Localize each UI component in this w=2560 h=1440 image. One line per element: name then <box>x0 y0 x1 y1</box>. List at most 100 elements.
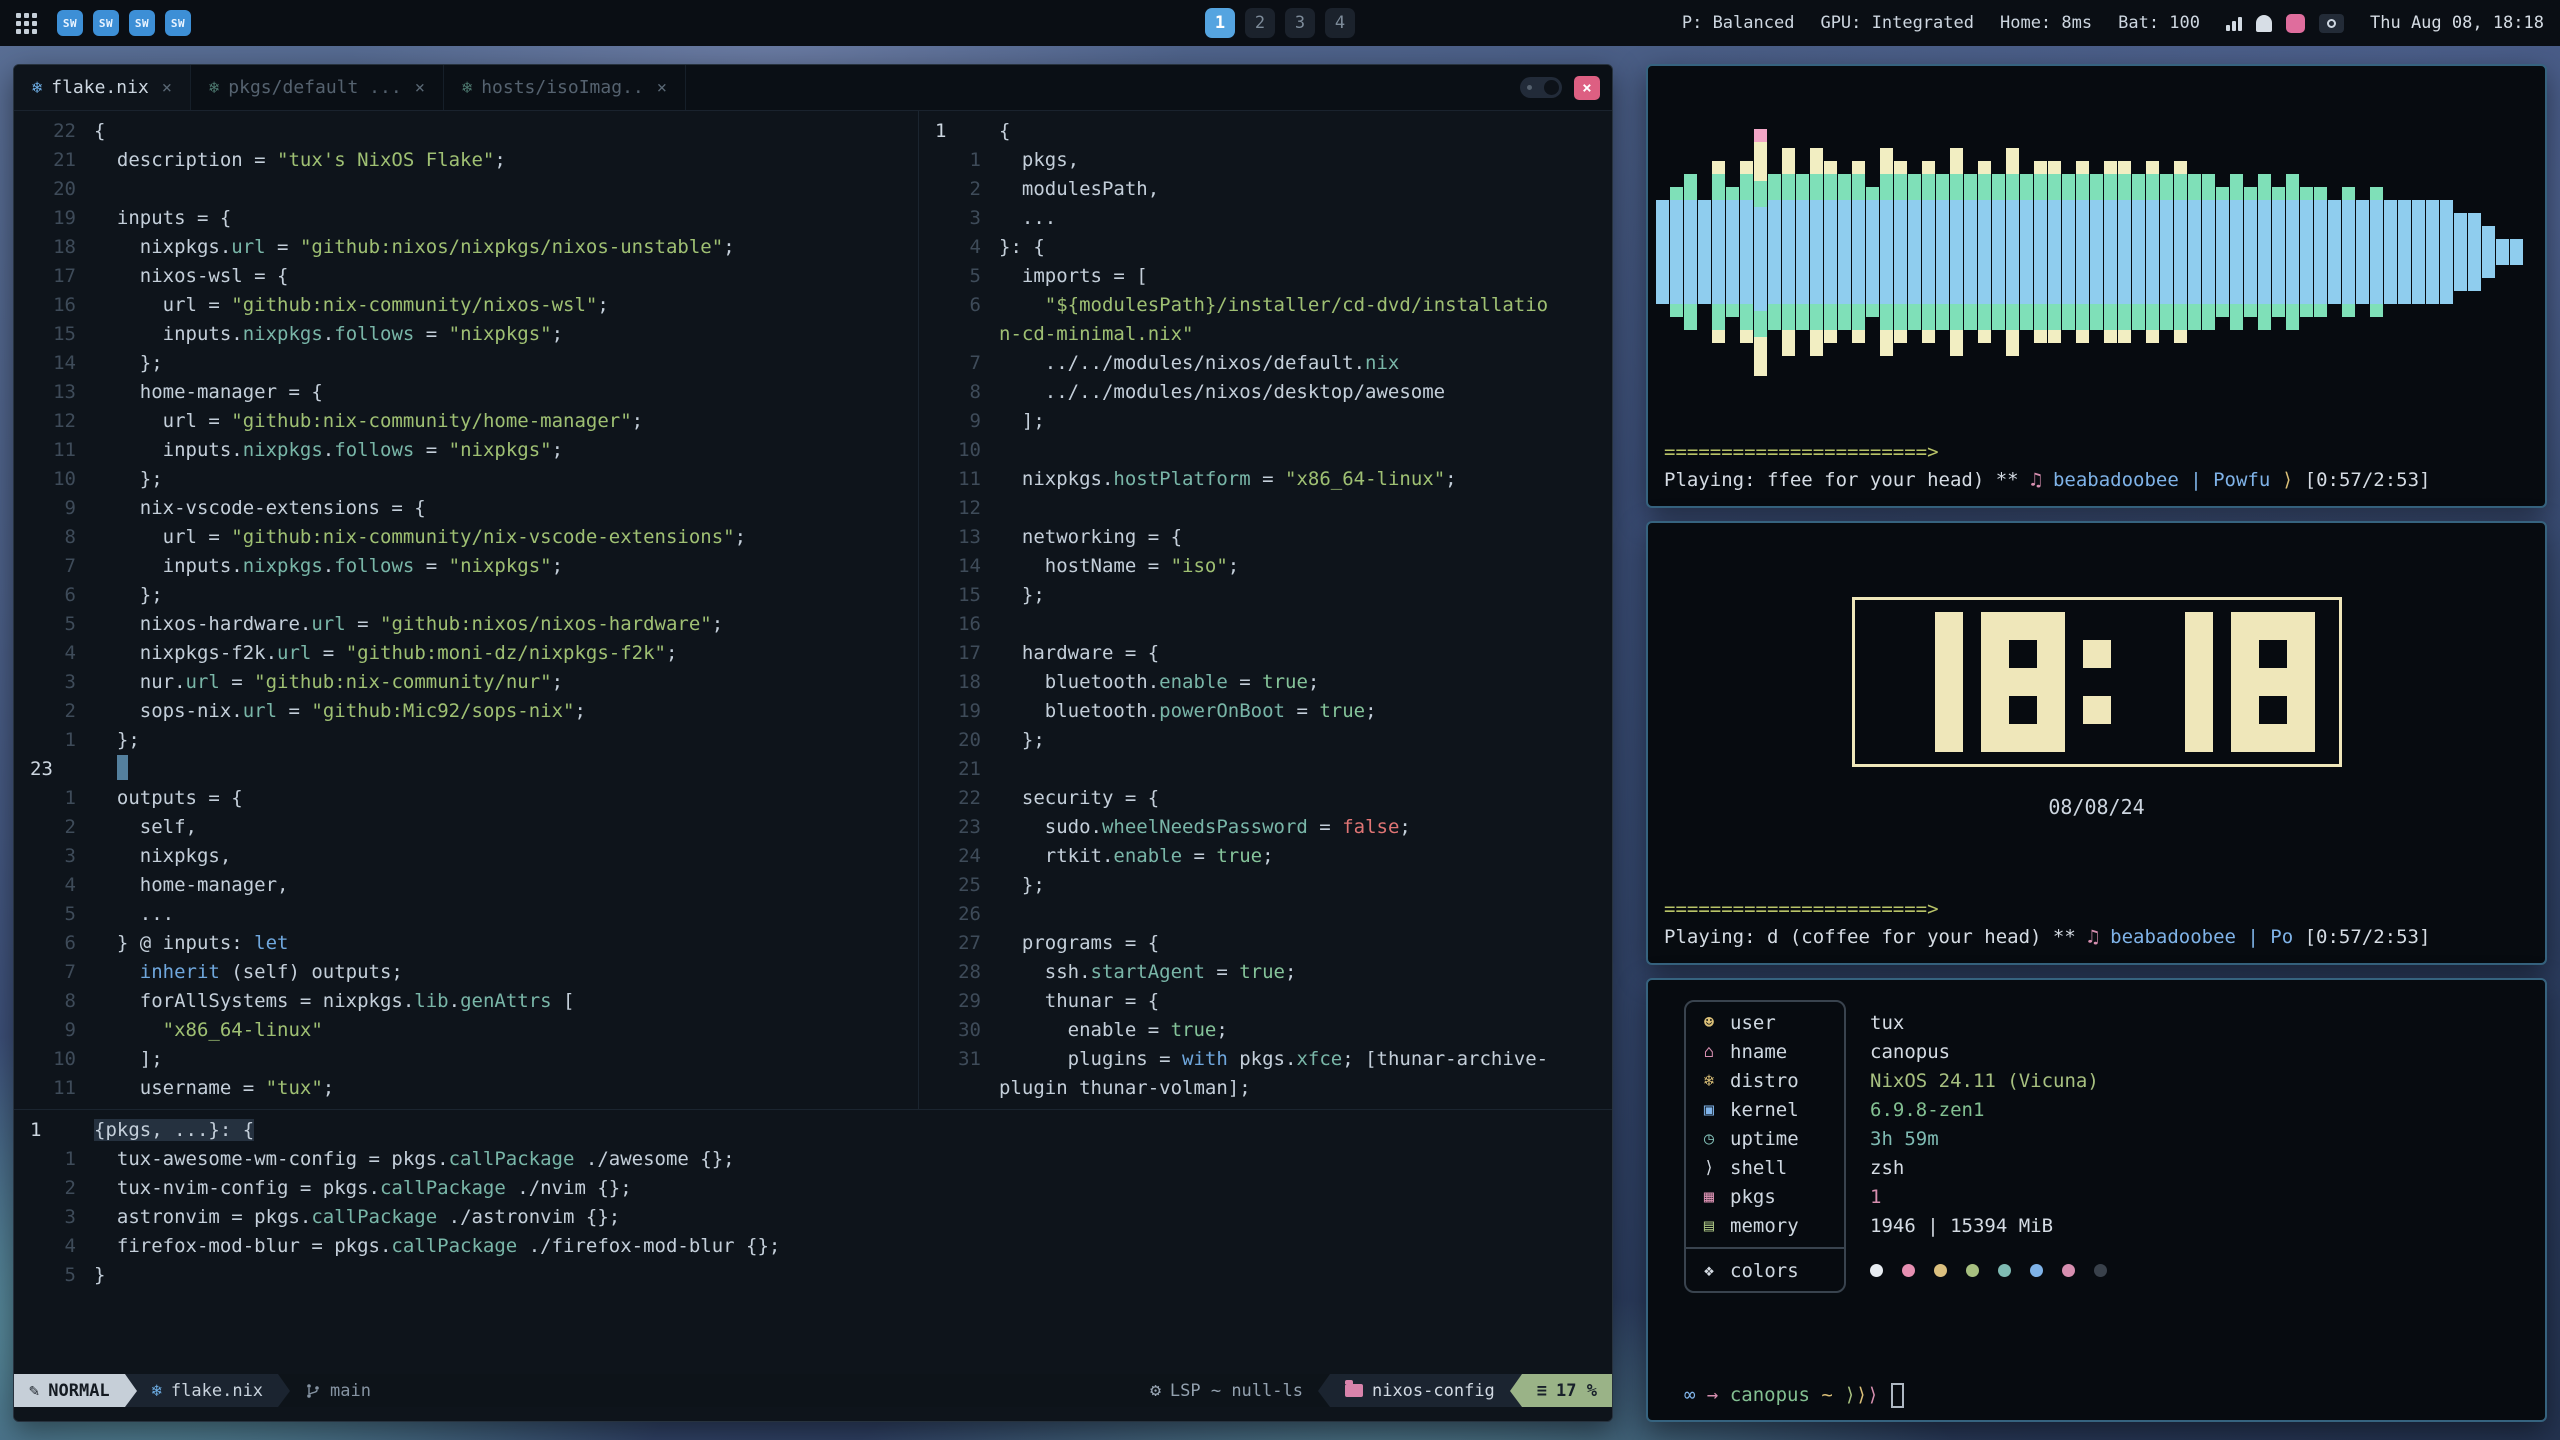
editor-pane-isoimage[interactable]: 1{1 pkgs,2 modulesPath,3 ...4}: {5 impor… <box>919 111 1612 1109</box>
mode-segment: ✎NORMAL <box>14 1374 125 1407</box>
visualizer-bar <box>2216 66 2229 438</box>
editor-line: plugin thunar-volman]; <box>929 1074 1612 1103</box>
digital-clock <box>1852 597 2342 767</box>
fetch-value: canopus <box>1870 1038 1950 1066</box>
visualizer-bar <box>2104 66 2117 438</box>
line-text: { <box>94 117 105 146</box>
fetch-divider <box>1686 1247 1844 1249</box>
visualizer-bar <box>2258 66 2271 438</box>
line-number: 8 <box>24 523 76 552</box>
folder-icon <box>1345 1384 1363 1397</box>
tab-close-icon[interactable]: × <box>162 78 172 98</box>
top-bar: SWSWSWSW 1234 P: BalancedGPU: Integrated… <box>0 0 2560 46</box>
shell-icon: ⟩ <box>1698 1154 1720 1182</box>
nix-file-icon: ❄ <box>152 1381 162 1401</box>
tag-icon[interactable]: SW <box>165 10 191 36</box>
tray-icons <box>2226 14 2344 33</box>
line-number: 23 <box>929 813 981 842</box>
workspace-button[interactable]: 1 <box>1205 8 1235 38</box>
line-text: sudo.wheelNeedsPassword = false; <box>999 813 1411 842</box>
hostname-icon: ⌂ <box>1698 1038 1720 1066</box>
line-text: security = { <box>999 784 1159 813</box>
tab-close-icon[interactable]: × <box>657 78 667 98</box>
line-number: 4 <box>24 639 76 668</box>
fetch-values: tuxcanopusNixOS 24.11 (Vicuna)6.9.8-zen1… <box>1870 1000 2116 1293</box>
editor-line: 29 thunar = { <box>929 987 1612 1016</box>
network-icon[interactable] <box>2226 15 2242 31</box>
workspace-button[interactable]: 3 <box>1285 8 1315 38</box>
editor-pane-flake[interactable]: 22{21 description = "tux's NixOS Flake";… <box>14 111 919 1109</box>
fetch-table: ☻user⌂hname❄distro▣kernel◷uptime⟩shell▦p… <box>1684 1000 2545 1293</box>
workspace-button[interactable]: 2 <box>1245 8 1275 38</box>
line-number <box>929 320 981 349</box>
visualizer-bar <box>1712 66 1725 438</box>
visualizer-bar <box>2300 66 2313 438</box>
tag-icon[interactable]: SW <box>129 10 155 36</box>
editor-line: 4 nixpkgs-f2k.url = "github:moni-dz/nixp… <box>24 639 918 668</box>
nix-file-icon: ❄ <box>32 78 42 98</box>
line-text: inputs.nixpkgs.follows = "nixpkgs"; <box>94 552 563 581</box>
line-text: forAllSystems = nixpkgs.lib.genAttrs [ <box>94 987 574 1016</box>
shell-prompt[interactable]: ∞ → canopus ~ ⟩⟩⟩ <box>1684 1381 2545 1409</box>
visualizer-bar <box>1908 66 1921 438</box>
project-segment: nixos-config <box>1330 1374 1510 1407</box>
camera-icon[interactable] <box>2319 14 2344 33</box>
visualizer-bar <box>1824 66 1837 438</box>
text-segment: Playing: <box>1664 469 1767 491</box>
window-close-button[interactable]: × <box>1574 76 1600 100</box>
app-launcher-icon[interactable] <box>16 13 37 34</box>
nix-file-icon: ❄ <box>462 78 472 98</box>
color-dot <box>1998 1264 2011 1277</box>
line-text: programs = { <box>999 929 1159 958</box>
editor-line: 24 rtkit.enable = true; <box>929 842 1612 871</box>
tab-close-icon[interactable]: × <box>415 78 425 98</box>
editor-line: 3 nur.url = "github:nix-community/nur"; <box>24 668 918 697</box>
editor-line: 20 }; <box>929 726 1612 755</box>
editor-pane-pkgs[interactable]: 1{pkgs, ...}: {1 tux-awesome-wm-config =… <box>14 1109 1612 1374</box>
record-icon[interactable] <box>2286 14 2305 33</box>
line-number: 1 <box>24 1116 76 1145</box>
editor-tab[interactable]: ❄pkgs/default ...× <box>191 65 444 110</box>
fetch-value: zsh <box>1870 1154 1904 1182</box>
fetch-labels-box: ☻user⌂hname❄distro▣kernel◷uptime⟩shell▦p… <box>1684 1000 1846 1293</box>
line-number: 20 <box>24 175 76 204</box>
fetch-label: kernel <box>1730 1096 1799 1124</box>
editor-line: 9 ]; <box>929 407 1612 436</box>
git-branch-icon <box>305 1382 321 1400</box>
line-text: }; <box>94 726 140 755</box>
visualizer-bar <box>1670 66 1683 438</box>
fetch-label-row: ❖colors <box>1698 1256 1832 1285</box>
titlebar-toggle[interactable] <box>1520 77 1562 98</box>
line-number: 22 <box>24 117 76 146</box>
tag-icon[interactable]: SW <box>57 10 83 36</box>
line-text: }; <box>94 581 163 610</box>
line-text: rtkit.enable = true; <box>999 842 1274 871</box>
gear-icon: ⚙ <box>1150 1380 1161 1401</box>
line-text: nur.url = "github:nix-community/nur"; <box>94 668 563 697</box>
editor-tab[interactable]: ❄hosts/isoImag..× <box>444 65 686 110</box>
line-number: 21 <box>929 755 981 784</box>
editor-tab[interactable]: ❄flake.nix× <box>14 65 191 110</box>
editor-splits: 22{21 description = "tux's NixOS Flake";… <box>14 111 1612 1109</box>
editor-line: 11 inputs.nixpkgs.follows = "nixpkgs"; <box>24 436 918 465</box>
fetch-label-row: ▤memory <box>1698 1211 1832 1240</box>
line-text: ]; <box>999 407 1045 436</box>
text-segment: canopus <box>1730 1381 1810 1409</box>
line-number: 5 <box>24 1261 76 1290</box>
tag-icon[interactable]: SW <box>93 10 119 36</box>
line-number: 13 <box>24 378 76 407</box>
line-number: 22 <box>929 784 981 813</box>
lines-icon: ≡ <box>1537 1381 1547 1401</box>
fetch-divider-spacer <box>1870 1240 2116 1256</box>
ghost-icon[interactable] <box>2256 15 2272 32</box>
fetch-label: user <box>1730 1009 1776 1037</box>
line-text: ... <box>94 900 174 929</box>
workspace-button[interactable]: 4 <box>1325 8 1355 38</box>
fetch-value-row: tux <box>1870 1008 2116 1037</box>
visualizer-bar <box>2314 66 2327 438</box>
editor-line: 6 } @ inputs: let <box>24 929 918 958</box>
line-number <box>929 1074 981 1103</box>
line-text: firefox-mod-blur = pkgs.callPackage ./fi… <box>94 1232 780 1261</box>
line-number: 14 <box>24 349 76 378</box>
editor-line: 8 url = "github:nix-community/nix-vscode… <box>24 523 918 552</box>
